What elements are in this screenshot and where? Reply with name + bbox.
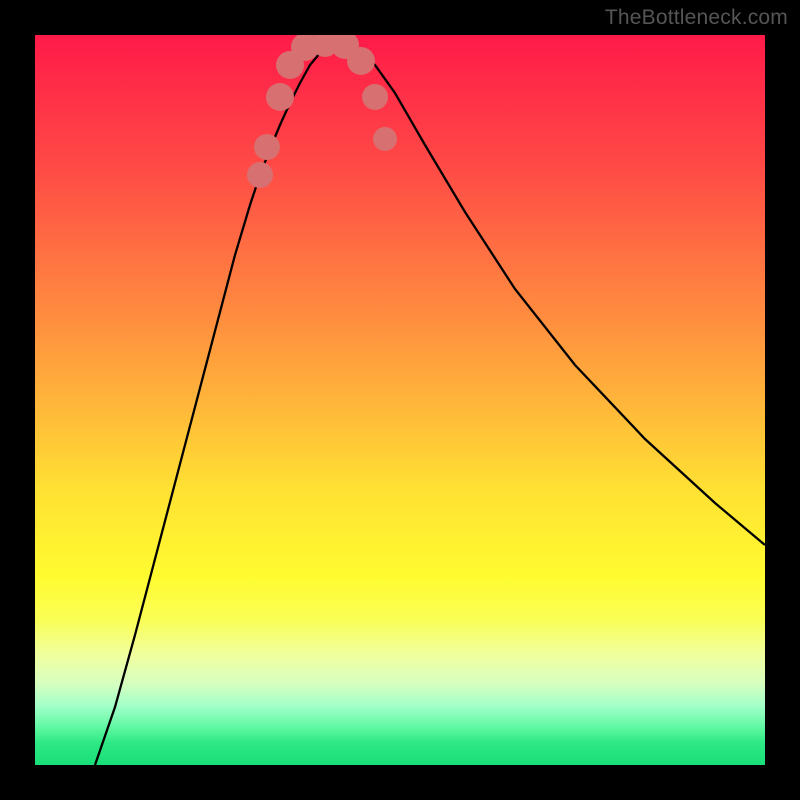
curve-marker [362, 84, 388, 110]
outer-frame: TheBottleneck.com [0, 0, 800, 800]
curve-marker [373, 127, 397, 151]
attribution-text: TheBottleneck.com [605, 6, 788, 30]
curve-markers [247, 35, 397, 188]
curve-marker [247, 162, 273, 188]
curve-marker [347, 47, 375, 75]
curve-marker [266, 83, 294, 111]
curve-marker [254, 134, 280, 160]
bottleneck-curve [95, 43, 765, 765]
chart-svg [35, 35, 765, 765]
